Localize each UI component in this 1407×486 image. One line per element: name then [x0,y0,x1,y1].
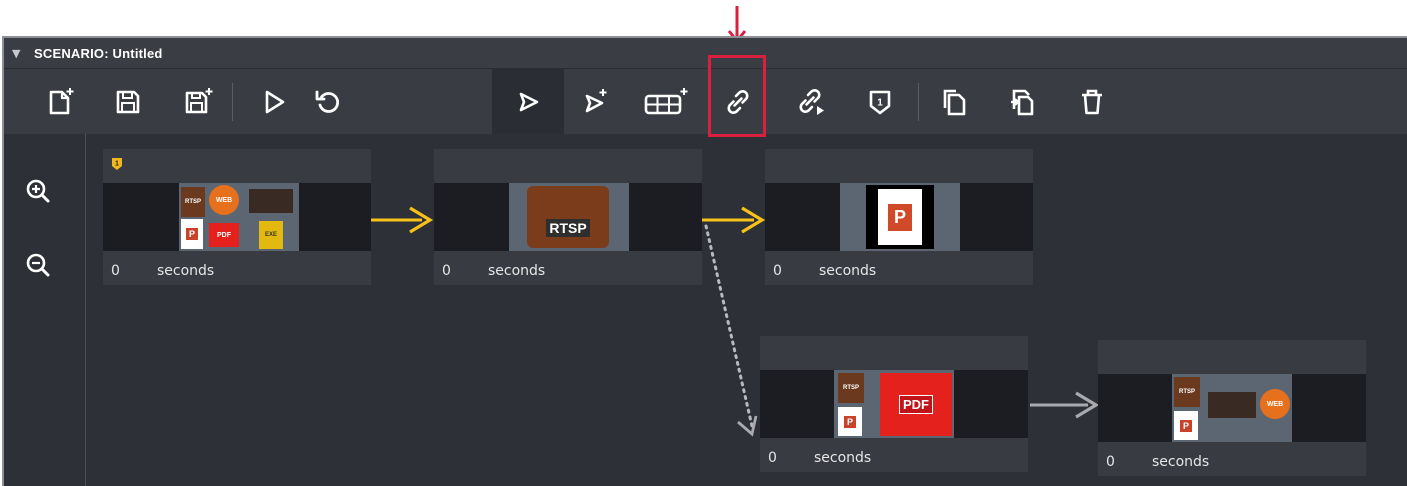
start-badge-number: 1 [877,98,883,109]
cursor-plus-icon [585,89,607,113]
web-media-icon: WEB [1260,389,1290,419]
scenario-node-1[interactable]: 1 RTSP WEB P PDF EXE 0 seconds [103,149,371,285]
node-duration-value: 0 [768,450,777,466]
copy-button[interactable] [934,75,974,129]
node-duration-unit: seconds [488,263,546,279]
node-duration: 0 seconds [111,263,214,279]
play-outline-icon [265,90,285,114]
new-scenario-button[interactable] [40,75,80,129]
link-tool-highlight-box [708,55,766,137]
scenario-toolbar: 1 [4,68,1407,135]
paste-button[interactable] [1002,75,1042,129]
link-node4-node5[interactable] [1030,391,1100,419]
delete-button[interactable] [1072,75,1112,129]
link-node2-node4-dotted[interactable] [704,224,758,437]
node-media-thumbnail: RTSP [509,183,629,251]
scenario-node-5[interactable]: RTSP WEB P 0 seconds [1098,340,1366,476]
scenario-node-2[interactable]: RTSP 0 seconds [434,149,702,285]
node-duration: 0 seconds [773,263,876,279]
grid-plus-icon [644,88,688,115]
pdf-media-icon: PDF [880,373,952,436]
scenario-canvas[interactable]: 1 RTSP WEB P PDF EXE 0 seconds RTSP 0 seco… [4,134,1407,486]
web-media-icon: WEB [209,185,239,215]
exe-media-icon: EXE [259,221,283,249]
cursor-icon [519,92,539,112]
scenario-title: SCENARIO: Untitled [34,45,163,61]
save-button[interactable] [108,75,148,129]
shield-number-icon: 1 [869,90,891,115]
add-grid-node-button[interactable] [638,75,694,129]
node-start-badge-number: 1 [115,161,119,168]
rtsp-media-icon: RTSP [838,373,864,403]
zoom-out-button[interactable] [20,247,56,283]
image-media-icon [249,189,293,213]
play-button[interactable] [256,75,292,129]
zoom-out-icon [26,253,50,277]
reset-button[interactable] [308,75,348,129]
scenario-node-4[interactable]: RTSP P PDF 0 seconds [760,336,1028,472]
node-duration-value: 0 [442,263,451,279]
powerpoint-media-icon: P [181,219,203,249]
start-badge-icon: 1 [112,158,122,170]
node-media-thumbnail: RTSP WEB P PDF EXE [179,183,299,251]
node-duration-unit: seconds [819,263,877,279]
new-file-plus-icon [49,88,74,115]
node-duration: 0 seconds [442,263,545,279]
save-as-button[interactable] [176,75,220,129]
floppy-plus-icon [185,88,213,114]
copy-icon [943,89,966,116]
node-duration-unit: seconds [814,450,872,466]
node-duration-value: 0 [111,263,120,279]
pdf-media-icon: PDF [209,223,239,247]
image-media-icon [1208,392,1256,418]
undo-icon [315,90,340,113]
add-node-tool-button[interactable] [576,75,616,129]
trash-icon [1082,89,1102,115]
select-tool-button[interactable] [508,75,548,129]
rtsp-media-icon: RTSP [181,187,205,217]
zoom-rail [4,134,86,486]
scenario-window: ▼ SCENARIO: Untitled 1 1 RTSP WEB P PDF … [2,36,1407,486]
paste-icon [1011,89,1034,116]
powerpoint-media-icon: P [838,407,862,436]
scenario-node-3[interactable]: P 0 seconds [765,149,1033,285]
node-duration-value: 0 [1106,454,1115,470]
zoom-in-button[interactable] [20,173,56,209]
node-duration: 0 seconds [768,450,871,466]
toolbar-separator [232,83,233,121]
collapse-triangle-icon[interactable]: ▼ [12,47,34,60]
rtsp-media-icon: RTSP [527,186,609,248]
rtsp-media-icon: RTSP [1174,377,1200,407]
powerpoint-media-icon: P [1174,411,1198,440]
node-media-thumbnail: RTSP P PDF [834,370,954,438]
node-media-thumbnail: P [840,183,960,251]
set-start-button[interactable]: 1 [860,75,900,129]
node-duration-value: 0 [773,263,782,279]
link-play-icon [799,89,824,115]
node-duration-unit: seconds [157,263,215,279]
node-duration-unit: seconds [1152,454,1210,470]
zoom-in-icon [26,179,50,203]
node-media-thumbnail: RTSP WEB P [1172,374,1292,442]
link-play-tool-button[interactable] [790,75,834,129]
powerpoint-media-icon: P [866,185,934,249]
link-node1-node2[interactable] [371,206,434,234]
floppy-icon [116,90,140,114]
node-duration: 0 seconds [1106,454,1209,470]
toolbar-separator [918,83,919,121]
scenario-titlebar: ▼ SCENARIO: Untitled [4,38,1407,68]
link-node2-node3[interactable] [702,206,766,234]
